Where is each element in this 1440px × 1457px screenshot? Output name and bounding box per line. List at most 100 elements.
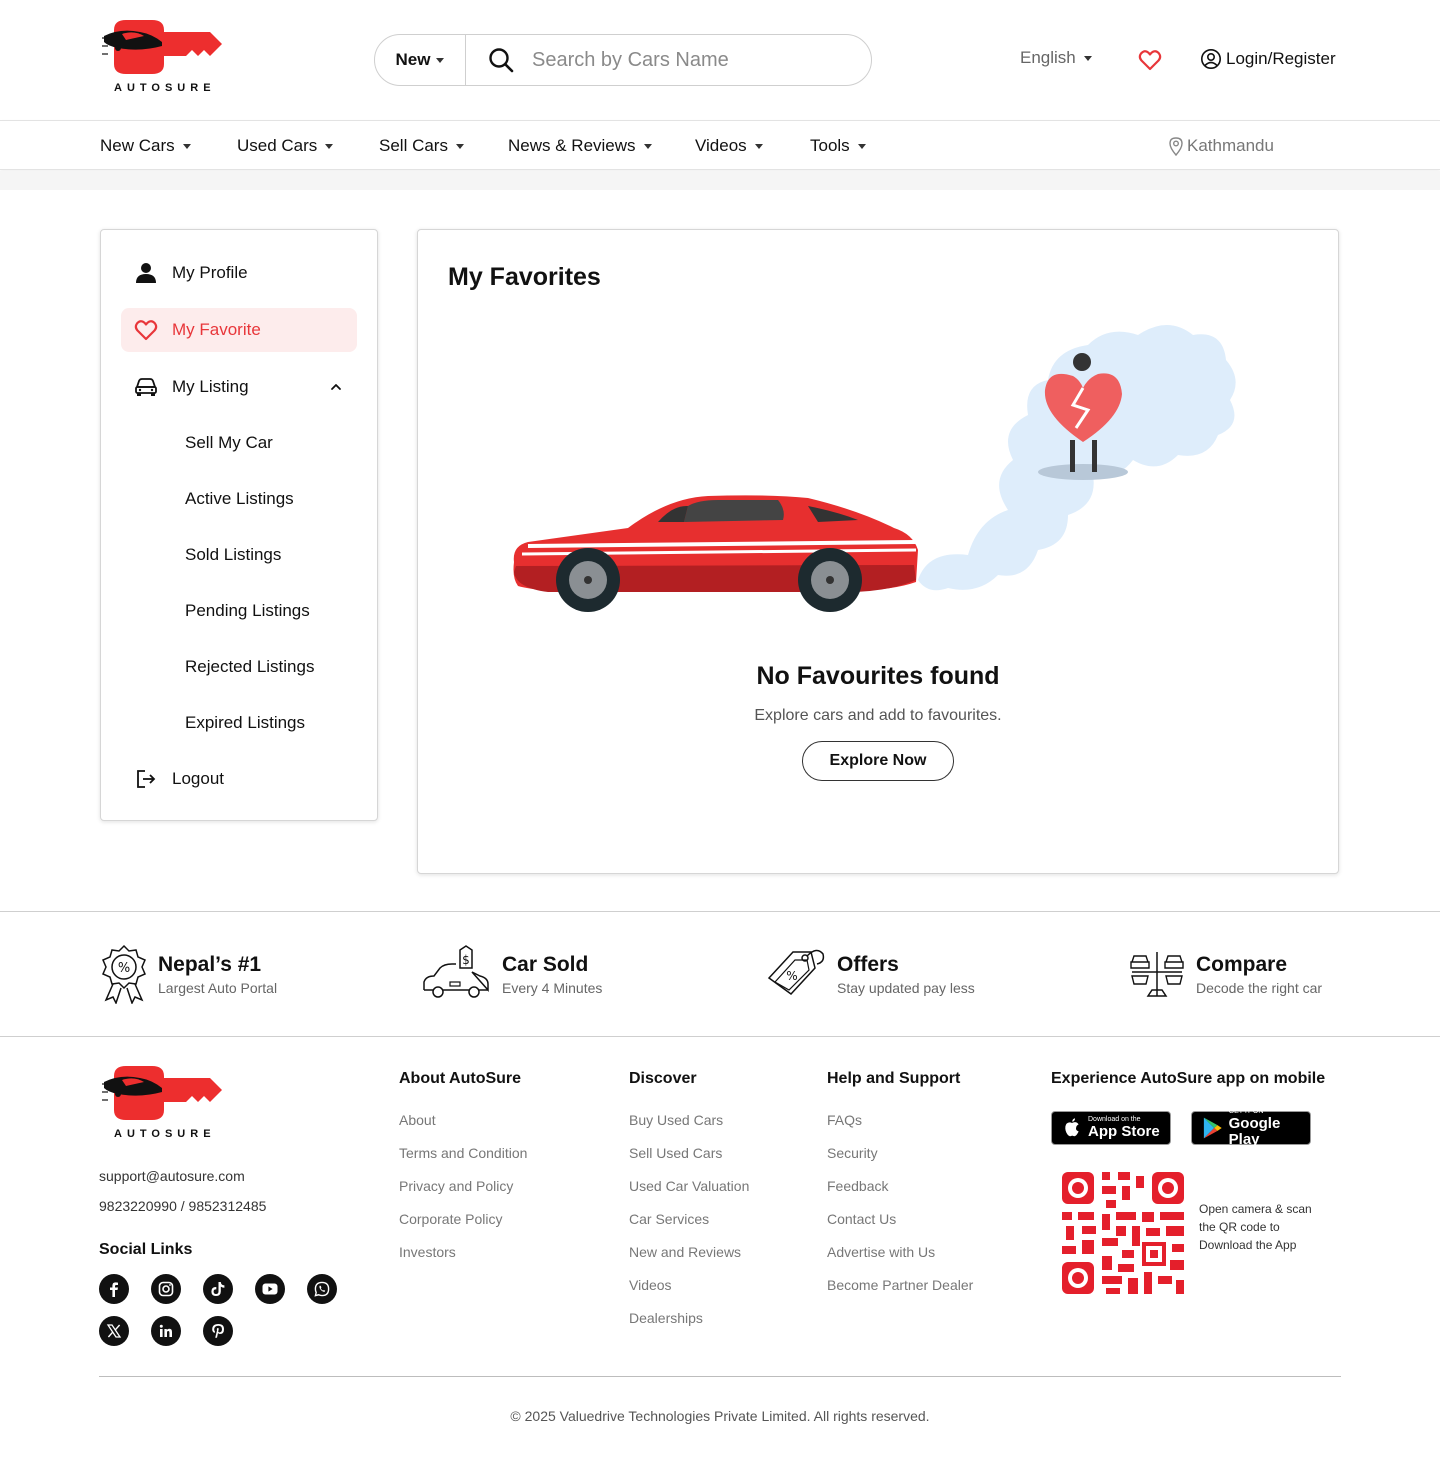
nav-label: Tools xyxy=(810,136,850,155)
heart-icon xyxy=(134,318,158,342)
login-register-link[interactable]: Login/Register xyxy=(1200,48,1336,70)
nav-sell-cars[interactable]: Sell Cars xyxy=(379,136,464,156)
sidebar-item-my-favorite[interactable]: My Favorite xyxy=(121,308,357,352)
sidebar-subitem-active-listings[interactable]: Active Listings xyxy=(185,489,294,509)
autosure-logo[interactable]: AUTOSURE xyxy=(100,18,230,98)
sidebar-subitem-sold-listings[interactable]: Sold Listings xyxy=(185,545,281,565)
caret-down-icon xyxy=(182,143,191,149)
footer-link-privacy[interactable]: Privacy and Policy xyxy=(399,1178,513,1194)
search-input[interactable] xyxy=(532,48,852,72)
nav-new-cars[interactable]: New Cars xyxy=(100,136,191,156)
app-section-title: Experience AutoSure app on mobile xyxy=(1051,1070,1326,1087)
chevron-up-icon xyxy=(331,384,341,390)
feature-item: Compare Decode the right car xyxy=(1128,944,1322,1004)
google-play-button[interactable]: GET IT ON Google Play xyxy=(1191,1108,1311,1148)
svg-text:$: $ xyxy=(462,953,470,967)
language-selector[interactable]: English xyxy=(1020,48,1092,68)
footer-link-about[interactable]: About xyxy=(399,1112,436,1128)
google-play-big-label: Google Play xyxy=(1228,1115,1281,1148)
apple-icon xyxy=(1065,1118,1079,1137)
sidebar-item-my-listing[interactable]: My Listing xyxy=(121,365,357,409)
nav-news-reviews[interactable]: News & Reviews xyxy=(508,136,652,156)
instagram-icon[interactable] xyxy=(151,1274,181,1304)
map-pin-icon xyxy=(1169,137,1183,156)
footer-divider xyxy=(99,1376,1341,1377)
footer-link-security[interactable]: Security xyxy=(827,1145,878,1161)
search-icon[interactable] xyxy=(488,47,514,73)
search-type-dropdown[interactable]: New xyxy=(375,35,466,85)
empty-state-title: No Favourites found xyxy=(756,662,1000,690)
nav-label: New Cars xyxy=(100,136,175,155)
footer-link-faqs[interactable]: FAQs xyxy=(827,1112,862,1128)
support-email[interactable]: support@autosure.com xyxy=(99,1168,245,1184)
location-label: Kathmandu xyxy=(1187,136,1274,155)
account-sidebar: My Profile My Favorite My Listing Sell M… xyxy=(100,229,378,821)
footer-link-feedback[interactable]: Feedback xyxy=(827,1178,888,1194)
x-icon[interactable] xyxy=(99,1316,129,1346)
youtube-icon[interactable] xyxy=(255,1274,285,1304)
footer-col-title: About AutoSure xyxy=(399,1070,522,1087)
footer-link-dealerships[interactable]: Dealerships xyxy=(629,1310,703,1326)
svg-text:%: % xyxy=(118,961,130,976)
social-links-title: Social Links xyxy=(99,1241,193,1258)
sidebar-item-my-profile[interactable]: My Profile xyxy=(121,251,357,295)
linkedin-icon[interactable] xyxy=(151,1316,181,1346)
footer-link-videos[interactable]: Videos xyxy=(629,1277,672,1293)
copyright-text: © 2025 Valuedrive Technologies Private L… xyxy=(510,1408,930,1424)
footer-col-title: Help and Support xyxy=(827,1070,961,1087)
sidebar-item-label: My Profile xyxy=(172,263,248,282)
car-front-icon xyxy=(134,375,158,399)
whatsapp-icon[interactable] xyxy=(307,1274,337,1304)
feature-item: % Offers Stay updated pay less xyxy=(765,944,975,1004)
nav-videos[interactable]: Videos xyxy=(695,136,763,156)
footer-link-corporate-policy[interactable]: Corporate Policy xyxy=(399,1211,503,1227)
footer-link-contact-us[interactable]: Contact Us xyxy=(827,1211,896,1227)
pinterest-icon[interactable] xyxy=(203,1316,233,1346)
footer-link-valuation[interactable]: Used Car Valuation xyxy=(629,1178,749,1194)
sidebar-subitem-sell-my-car[interactable]: Sell My Car xyxy=(185,433,273,453)
logo-wordmark: AUTOSURE xyxy=(114,82,216,94)
footer-link-buy-used-cars[interactable]: Buy Used Cars xyxy=(629,1112,723,1128)
google-play-icon xyxy=(1203,1117,1222,1139)
feature-subtitle: Decode the right car xyxy=(1196,980,1323,996)
footer-link-partner-dealer[interactable]: Become Partner Dealer xyxy=(827,1277,973,1293)
footer-link-car-services[interactable]: Car Services xyxy=(629,1211,709,1227)
nav-label: Videos xyxy=(695,136,747,155)
footer-autosure-logo[interactable]: AUTOSURE xyxy=(100,1064,230,1144)
empty-favorites-illustration xyxy=(513,325,1236,612)
sidebar-subitem-expired-listings[interactable]: Expired Listings xyxy=(185,713,305,733)
feature-subtitle: Stay updated pay less xyxy=(837,980,975,996)
footer-link-terms[interactable]: Terms and Condition xyxy=(399,1145,527,1161)
nav-label: Used Cars xyxy=(237,136,318,155)
footer-link-advertise[interactable]: Advertise with Us xyxy=(827,1244,935,1260)
favorites-panel: My Favorites No Favourites found Explore… xyxy=(417,229,1339,874)
location-selector[interactable]: Kathmandu xyxy=(1168,136,1274,156)
sidebar-subitem-rejected-listings[interactable]: Rejected Listings xyxy=(185,657,314,677)
footer-link-sell-used-cars[interactable]: Sell Used Cars xyxy=(629,1145,722,1161)
nav-tools[interactable]: Tools xyxy=(810,136,866,156)
feature-subtitle: Every 4 Minutes xyxy=(502,980,603,996)
app-download-qr-code xyxy=(1058,1168,1188,1298)
nav-label: News & Reviews xyxy=(508,136,636,155)
tiktok-icon[interactable] xyxy=(203,1274,233,1304)
nav-used-cars[interactable]: Used Cars xyxy=(237,136,334,156)
sidebar-item-label: My Listing xyxy=(172,377,249,396)
facebook-icon[interactable] xyxy=(99,1274,129,1304)
support-phones[interactable]: 9823220990 / 9852312485 xyxy=(99,1198,266,1214)
heart-icon[interactable] xyxy=(1138,48,1162,72)
sidebar-subitem-pending-listings[interactable]: Pending Listings xyxy=(185,601,310,621)
badge-percent-icon: % xyxy=(102,944,146,1004)
logo-key-car-icon xyxy=(102,20,222,74)
explore-now-button[interactable]: Explore Now xyxy=(802,741,954,781)
car-price-tag-icon: $ xyxy=(423,945,489,998)
user-icon xyxy=(134,261,158,285)
app-store-big-label: App Store xyxy=(1088,1123,1160,1140)
app-store-button[interactable]: Download on the App Store xyxy=(1051,1111,1171,1145)
user-circle-icon xyxy=(1201,49,1221,69)
svg-text:%: % xyxy=(786,969,797,983)
footer-link-investors[interactable]: Investors xyxy=(399,1244,456,1260)
sidebar-item-logout[interactable]: Logout xyxy=(121,757,357,801)
footer-link-news-reviews[interactable]: New and Reviews xyxy=(629,1244,741,1260)
login-label: Login/Register xyxy=(1226,49,1336,68)
caret-down-icon xyxy=(436,57,445,63)
